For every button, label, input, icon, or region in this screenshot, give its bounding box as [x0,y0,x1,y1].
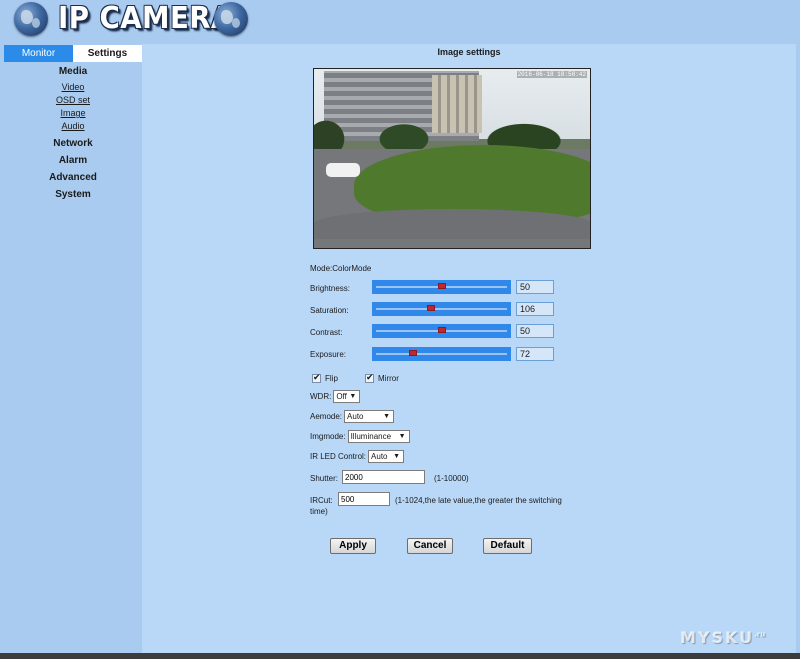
tab-settings[interactable]: Settings [73,45,142,62]
exposure-slider[interactable] [372,347,511,361]
brightness-slider[interactable] [372,280,511,294]
saturation-value[interactable]: 106 [516,302,554,316]
dropdown-arrow-icon: ▼ [349,393,357,400]
page-title: Image settings [437,47,501,57]
camera-preview: 2016-06-18 18:58:42 [313,68,591,249]
ircut-input[interactable] [338,492,390,506]
ircut-hint: (1-1024,the late value,the greater the s… [395,496,562,505]
aemode-label: Aemode: [310,412,343,421]
sidebar-category-advanced[interactable]: Advanced [4,172,142,183]
sidebar: Monitor Settings Media Video OSD set Ima… [4,45,142,653]
flip-label: Flip [325,374,338,383]
mirror-label: Mirror [378,374,399,383]
shutter-hint: (1-10000) [434,474,469,483]
mirror-checkbox-row: Mirror [365,372,399,383]
saturation-slider-thumb[interactable] [427,305,436,311]
globe-icon [214,2,248,36]
sidebar-item-audio[interactable]: Audio [4,120,142,133]
wdr-select[interactable]: Off ▼ [333,390,361,403]
ir-led-select[interactable]: Auto ▼ [368,450,405,463]
contrast-label: Contrast: [310,328,343,337]
wdr-row: WDR: Off ▼ [310,390,361,403]
app-header: IP CAMERA [0,0,800,42]
default-button[interactable]: Default [483,538,532,554]
shutter-input[interactable] [342,470,425,484]
sidebar-category-alarm[interactable]: Alarm [4,155,142,166]
aemode-select-value: Auto [347,412,364,421]
watermark-text: MYSKU [680,628,755,647]
contrast-slider-thumb[interactable] [437,327,446,333]
brightness-slider-thumb[interactable] [437,283,446,289]
wdr-label: WDR: [310,392,332,401]
ir-led-select-value: Auto [371,452,388,461]
sidebar-item-image[interactable]: Image [4,107,142,120]
ircut-label: IRCut: [310,496,333,505]
watermark: MYSKU.ru [680,628,765,647]
contrast-slider[interactable] [372,324,511,338]
window-bottom-bar [0,653,800,659]
logo-title: IP CAMERA [58,1,233,36]
ircut-hint-line2: time) [310,507,328,516]
exposure-label: Exposure: [310,350,347,359]
slider-track [376,353,507,355]
sidebar-category-network[interactable]: Network [4,138,142,149]
dropdown-arrow-icon: ▼ [393,453,401,460]
saturation-label: Saturation: [310,306,349,315]
mirror-checkbox[interactable] [365,372,374,383]
sidebar-item-video[interactable]: Video [4,81,142,94]
sidebar-item-osd-set[interactable]: OSD set [4,94,142,107]
tab-bar: Monitor Settings [4,45,142,62]
globe-icon [14,2,48,36]
aemode-row: Aemode: Auto ▼ [310,410,395,423]
aemode-select[interactable]: Auto ▼ [344,410,395,423]
dropdown-arrow-icon: ▼ [383,413,391,420]
flip-checkbox-row: Flip [312,372,338,383]
mode-label: Mode:ColorMode [310,264,372,273]
sidebar-category-media[interactable]: Media [4,66,142,77]
sidebar-category-system[interactable]: System [4,189,142,200]
main-panel: Image settings 2016-06-18 18:58:42 Mode:… [142,44,796,653]
slider-track [376,308,507,310]
watermark-suffix: .ru [754,630,766,639]
dropdown-arrow-icon: ▼ [398,433,406,440]
exposure-value[interactable]: 72 [516,347,554,361]
imgmode-select-value: Illuminance [350,432,392,441]
apply-button[interactable]: Apply [330,538,376,554]
tab-monitor[interactable]: Monitor [4,45,73,62]
preview-path [314,209,590,239]
brightness-label: Brightness: [310,284,351,293]
preview-timestamp: 2016-06-18 18:58:42 [516,71,587,78]
ir-led-label: IR LED Control: [310,452,367,461]
window-edge [796,42,800,653]
imgmode-label: Imgmode: [310,432,346,441]
cancel-button[interactable]: Cancel [407,538,453,554]
wdr-select-value: Off [336,392,347,401]
imgmode-row: Imgmode: Illuminance ▼ [310,430,410,443]
exposure-slider-thumb[interactable] [408,350,417,356]
saturation-slider[interactable] [372,302,511,316]
flip-checkbox[interactable] [312,372,321,383]
preview-car [326,163,360,177]
shutter-label: Shutter: [310,474,339,483]
contrast-value[interactable]: 50 [516,324,554,338]
brightness-value[interactable]: 50 [516,280,554,294]
ir-led-row: IR LED Control: Auto ▼ [310,450,405,463]
imgmode-select[interactable]: Illuminance ▼ [347,430,410,443]
